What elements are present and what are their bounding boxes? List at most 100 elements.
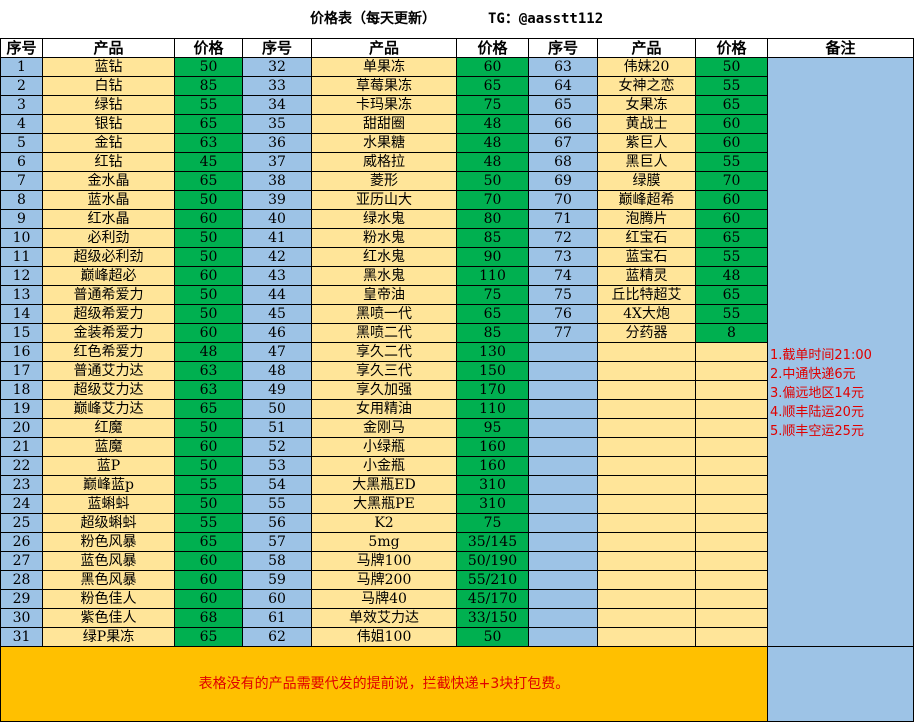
product-name-cell: 蓝精灵 xyxy=(597,266,696,286)
price-cell: 310 xyxy=(456,494,529,514)
product-name-cell: 蓝魔 xyxy=(42,437,175,457)
price-cell: 48 xyxy=(174,342,243,362)
empty-cell xyxy=(528,418,598,438)
empty-cell xyxy=(597,551,696,571)
empty-cell xyxy=(597,494,696,514)
product-name-cell: 粉水鬼 xyxy=(311,228,457,248)
seq-cell: 21 xyxy=(0,437,43,457)
seq-cell: 25 xyxy=(0,513,43,533)
price-cell: 55 xyxy=(174,95,243,115)
seq-cell: 59 xyxy=(242,570,312,590)
product-name-cell: 绿钻 xyxy=(42,95,175,115)
empty-cell xyxy=(528,456,598,476)
remark-item: 5.顺丰空运25元 xyxy=(770,424,864,439)
price-cell: 50 xyxy=(174,247,243,267)
price-cell: 75 xyxy=(456,95,529,115)
product-name-cell: 4X大炮 xyxy=(597,304,696,324)
seq-cell: 32 xyxy=(242,57,312,77)
empty-cell xyxy=(528,342,598,362)
product-name-cell: 水果糖 xyxy=(311,133,457,153)
seq-cell: 36 xyxy=(242,133,312,153)
product-name-cell: 享久加强 xyxy=(311,380,457,400)
empty-cell xyxy=(597,475,696,495)
product-name-cell: 马牌100 xyxy=(311,551,457,571)
price-cell: 50 xyxy=(174,57,243,77)
product-name-cell: 黄战士 xyxy=(597,114,696,134)
seq-cell: 77 xyxy=(528,323,598,343)
empty-cell xyxy=(528,589,598,609)
price-cell: 310 xyxy=(456,475,529,495)
header-seq: 序号 xyxy=(528,38,598,58)
seq-cell: 42 xyxy=(242,247,312,267)
seq-cell: 28 xyxy=(0,570,43,590)
price-cell: 50 xyxy=(174,494,243,514)
product-name-cell: 红钻 xyxy=(42,152,175,172)
seq-cell: 67 xyxy=(528,133,598,153)
product-name-cell: 黑喷二代 xyxy=(311,323,457,343)
product-name-cell: 分药器 xyxy=(597,323,696,343)
seq-cell: 29 xyxy=(0,589,43,609)
empty-cell xyxy=(528,608,598,628)
price-cell: 75 xyxy=(456,285,529,305)
price-cell: 85 xyxy=(174,76,243,96)
price-cell: 160 xyxy=(456,456,529,476)
product-name-cell: 紫巨人 xyxy=(597,133,696,153)
price-cell: 45/170 xyxy=(456,589,529,609)
product-name-cell: 巅峰蓝p xyxy=(42,475,175,495)
empty-cell xyxy=(695,551,768,571)
product-name-cell: 紫色佳人 xyxy=(42,608,175,628)
remarks-cell: 1.截单时间21:00 2.中通快递6元 3.偏远地区14元 4.顺丰陆运20元 5.顺… xyxy=(767,57,914,647)
empty-cell xyxy=(695,608,768,628)
empty-cell xyxy=(528,399,598,419)
price-cell: 60 xyxy=(695,190,768,210)
empty-cell xyxy=(597,418,696,438)
remarks-list: 1.截单时间21:00 2.中通快递6元 3.偏远地区14元 4.顺丰陆运20元 5.顺… xyxy=(769,346,913,441)
product-name-cell: 伟姐100 xyxy=(311,627,457,647)
price-cell: 50 xyxy=(174,228,243,248)
seq-cell: 74 xyxy=(528,266,598,286)
price-cell: 110 xyxy=(456,266,529,286)
price-cell: 75 xyxy=(456,513,529,533)
price-cell: 95 xyxy=(456,418,529,438)
seq-cell: 9 xyxy=(0,209,43,229)
price-cell: 65 xyxy=(174,532,243,552)
empty-cell xyxy=(695,437,768,457)
header-seq: 序号 xyxy=(242,38,312,58)
seq-cell: 40 xyxy=(242,209,312,229)
product-name-cell: 甜甜圈 xyxy=(311,114,457,134)
seq-cell: 64 xyxy=(528,76,598,96)
price-cell: 65 xyxy=(174,627,243,647)
sheet-title-bar: 价格表（每天更新） TG：@aasstt112 xyxy=(0,0,914,38)
empty-cell xyxy=(695,418,768,438)
product-name-cell: 超级希爱力 xyxy=(42,304,175,324)
price-cell: 65 xyxy=(174,114,243,134)
seq-cell: 69 xyxy=(528,171,598,191)
product-name-cell: 红水鬼 xyxy=(311,247,457,267)
empty-cell xyxy=(528,551,598,571)
product-name-cell: 威格拉 xyxy=(311,152,457,172)
price-table: 序号 产品 价格 序号 产品 价格 序号 产品 价格 备注 1 蓝钻 50 32 单果冻… xyxy=(0,38,914,722)
product-name-cell: 黑巨人 xyxy=(597,152,696,172)
product-name-cell: 金刚马 xyxy=(311,418,457,438)
price-cell: 50 xyxy=(174,285,243,305)
seq-cell: 2 xyxy=(0,76,43,96)
price-cell: 55 xyxy=(174,513,243,533)
price-cell: 85 xyxy=(456,323,529,343)
price-cell: 60 xyxy=(174,437,243,457)
seq-cell: 41 xyxy=(242,228,312,248)
price-cell: 130 xyxy=(456,342,529,362)
seq-cell: 23 xyxy=(0,475,43,495)
product-name-cell: 黑水鬼 xyxy=(311,266,457,286)
price-cell: 55 xyxy=(174,475,243,495)
empty-cell xyxy=(597,513,696,533)
price-cell: 60 xyxy=(174,209,243,229)
seq-cell: 62 xyxy=(242,627,312,647)
empty-cell xyxy=(597,627,696,647)
remark-item: 3.偏远地区14元 xyxy=(770,386,864,401)
product-name-cell: 黑色风暴 xyxy=(42,570,175,590)
empty-cell xyxy=(597,399,696,419)
seq-cell: 37 xyxy=(242,152,312,172)
empty-cell xyxy=(597,380,696,400)
product-name-cell: 巅峰超必 xyxy=(42,266,175,286)
product-name-cell: 绿膜 xyxy=(597,171,696,191)
